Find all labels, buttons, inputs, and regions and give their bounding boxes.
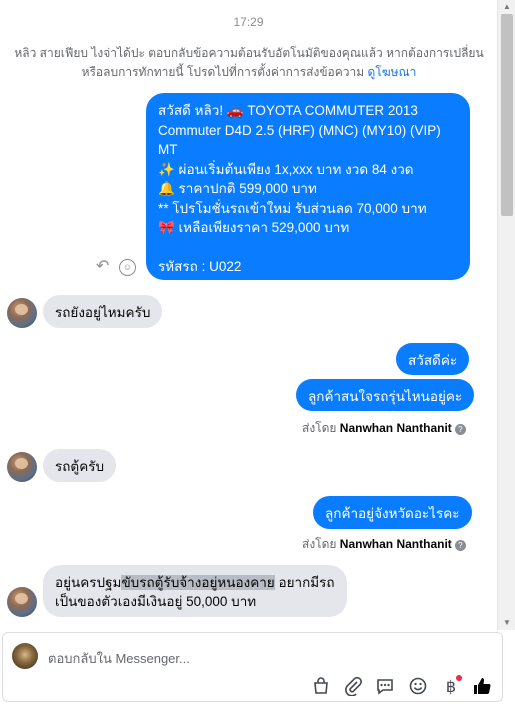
bag-icon[interactable] (310, 676, 332, 698)
outgoing-message-bubble[interactable]: ลูกค้าสนใจรถรุ่นไหนอยู่คะ (296, 379, 475, 411)
avatar[interactable] (7, 587, 37, 617)
message-text: เป็นของตัวเองมีเงินอยู่ 50,000 บาท (55, 594, 257, 609)
composer: ฿ (0, 630, 515, 704)
sender-name: Nanwhan Nanthanit (339, 537, 452, 551)
attachment-icon[interactable] (342, 676, 364, 698)
reply-input[interactable] (48, 649, 348, 667)
avatar[interactable] (7, 452, 37, 482)
avatar[interactable] (7, 298, 37, 328)
react-emoji-icon[interactable]: ☺ (119, 259, 136, 276)
outgoing-message-bubble[interactable]: สวัสดีค่ะ (396, 343, 470, 375)
payment-icon[interactable]: ฿ (440, 675, 462, 698)
message-text: อยู่นครปฐม (55, 575, 122, 590)
incoming-message-bubble[interactable]: รถตู้ครับ (43, 449, 117, 482)
reply-icon[interactable]: ↶ (96, 258, 114, 276)
scroll-down-arrow-icon[interactable]: ▼ (498, 616, 515, 630)
emoji-icon[interactable] (407, 676, 429, 698)
incoming-message-bubble[interactable]: อยู่นครปฐมขับรถตู้รับจ้างอยู่หนองคาย อยา… (43, 565, 347, 617)
sent-by-prefix: ส่งโดย (302, 537, 337, 551)
sent-by-prefix: ส่งโดย (302, 421, 337, 435)
intro-message-bubble[interactable]: สวัสดี หลิว! 🚗 TOYOTA COMMUTER 2013 Comm… (146, 93, 470, 280)
message-timestamp: 17:29 (233, 15, 264, 29)
saved-reply-icon[interactable] (374, 676, 396, 698)
scrollbar[interactable]: ▲ ▼ (497, 0, 515, 630)
info-icon[interactable]: ? (454, 540, 466, 551)
incoming-message-bubble[interactable]: รถยังอยู่ไหมครับ (43, 295, 163, 328)
highlighted-text: ขับรถตู้รับจ้างอยู่หนองคาย (121, 575, 275, 590)
view-ad-link[interactable]: ดูโฆษณา (367, 65, 416, 79)
auto-greeting-notice: หลิว สายเฟียบ ไงจ่าได้ปะ ตอบกลับข้อความต… (14, 44, 484, 82)
sender-name: Nanwhan Nanthanit (339, 421, 452, 435)
outgoing-message-bubble[interactable]: ลูกค้าอยู่จังหวัดอะไรคะ (313, 496, 472, 529)
sent-by-label: ส่งโดย Nanwhan Nanthanit? (302, 419, 466, 438)
composer-box: ฿ (2, 632, 503, 702)
notification-dot (456, 675, 462, 681)
info-icon[interactable]: ? (454, 424, 466, 435)
like-icon[interactable] (471, 676, 493, 698)
scroll-up-arrow-icon[interactable]: ▲ (498, 0, 515, 14)
message-thread: 17:29 หลิว สายเฟียบ ไงจ่าได้ปะ ตอบกลับข้… (0, 0, 497, 630)
page-avatar (12, 643, 38, 669)
sent-by-label: ส่งโดย Nanwhan Nanthanit? (302, 535, 466, 554)
message-text: อยากมีรถ (274, 575, 335, 590)
scroll-thumb[interactable] (501, 14, 513, 216)
